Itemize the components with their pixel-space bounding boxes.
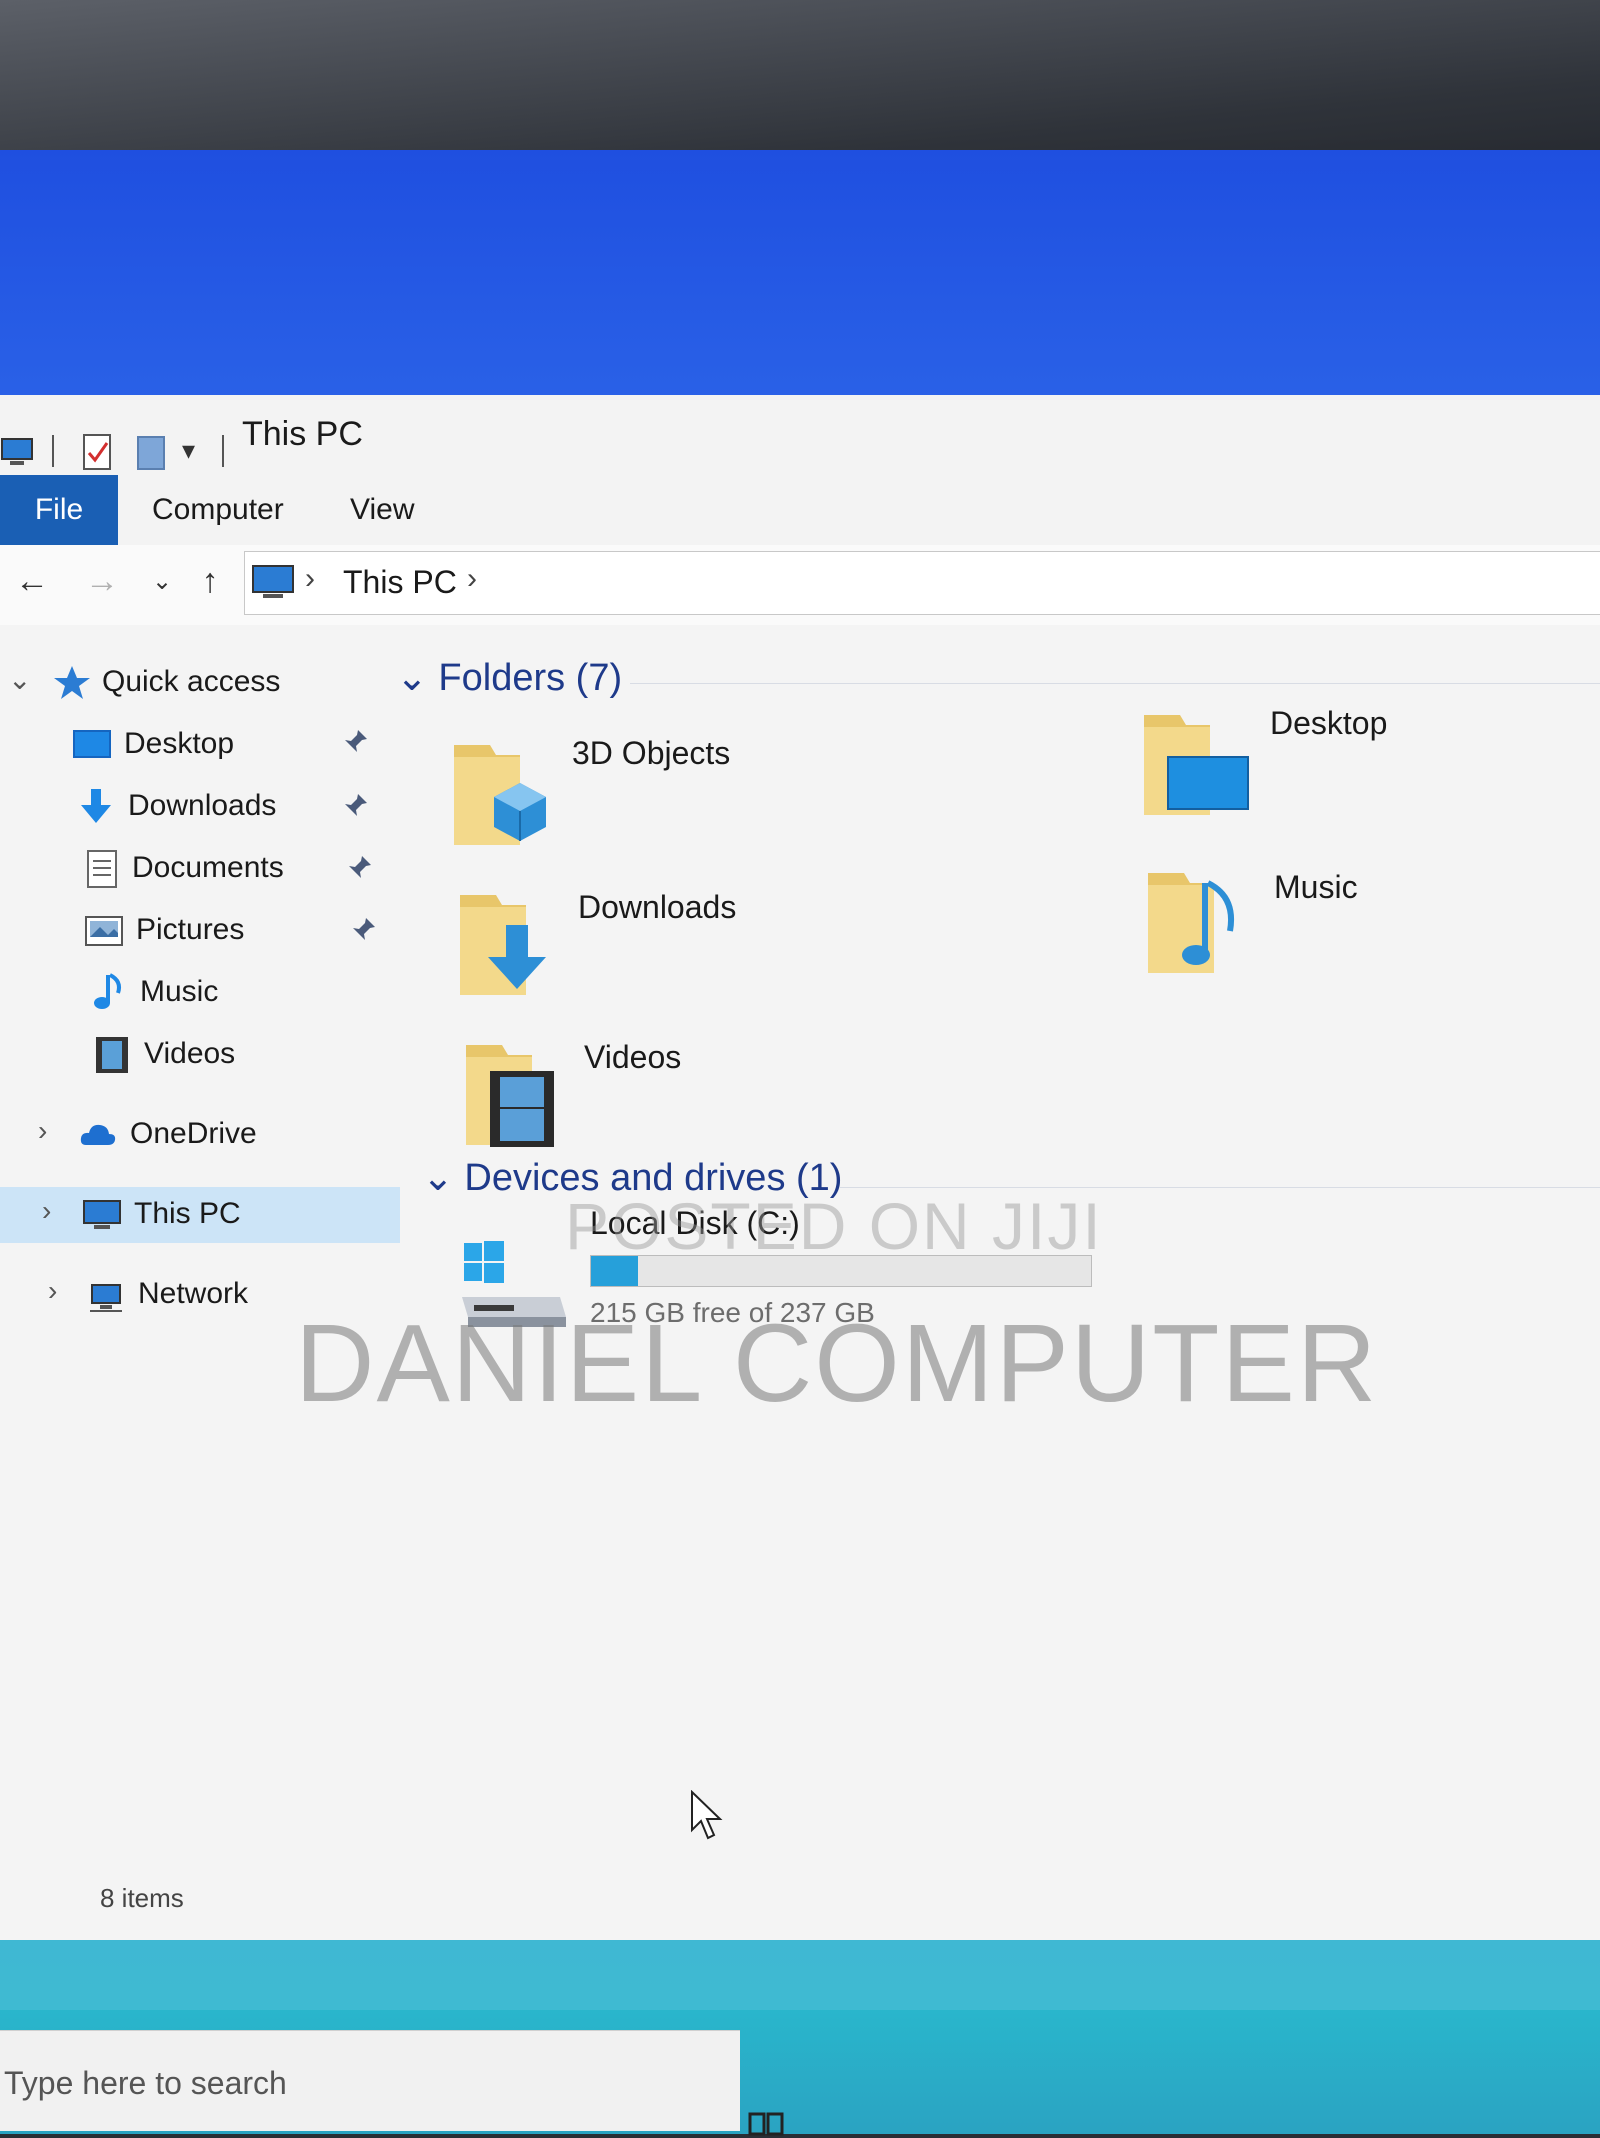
this-pc-icon — [252, 565, 294, 598]
drive-usage-fill — [591, 1256, 638, 1286]
navigation-bar: ← → ⌄ ↑ › This PC › — [0, 545, 1600, 625]
network-icon — [90, 1284, 122, 1312]
videos-folder-icon — [466, 1045, 554, 1147]
breadcrumb-this-pc[interactable]: This PC — [343, 564, 457, 601]
back-button[interactable]: ← — [10, 559, 54, 603]
window-title: This PC — [242, 415, 363, 453]
customize-qat-icon[interactable]: ▾ — [182, 435, 195, 466]
divider — [630, 683, 1600, 684]
chevron-right-icon[interactable]: › — [305, 562, 315, 596]
new-folder-icon[interactable] — [134, 433, 168, 471]
sidebar-item-desktop[interactable]: Desktop — [0, 717, 400, 773]
chevron-down-icon[interactable]: ⌄ — [396, 657, 428, 699]
sidebar-item-label: Quick access — [102, 665, 281, 698]
chevron-right-icon[interactable]: › — [38, 1115, 47, 1147]
tab-computer[interactable]: Computer — [140, 487, 296, 533]
sidebar-item-documents[interactable]: Documents — [0, 841, 400, 897]
taskbar: Type here to search — [0, 2010, 1600, 2136]
forward-button[interactable]: → — [80, 559, 124, 603]
title-bar: ▾ This PC — [0, 395, 1600, 475]
videos-icon — [96, 1037, 128, 1073]
tab-file[interactable]: File — [0, 475, 118, 545]
sidebar-item-this-pc[interactable]: › This PC — [0, 1187, 400, 1243]
chevron-right-icon[interactable]: › — [42, 1195, 51, 1227]
cloud-icon — [80, 1124, 116, 1145]
ribbon: File Computer View — [0, 475, 1600, 546]
pin-icon — [349, 856, 371, 878]
drive-free-space: 215 GB free of 237 GB — [590, 1297, 875, 1328]
devices-group-header[interactable]: ⌄ Devices and drives (1) — [422, 1155, 842, 1200]
sidebar-item-label: Music — [140, 975, 219, 1008]
music-folder-icon — [1148, 873, 1234, 973]
pictures-icon — [85, 916, 123, 946]
3d-objects-icon — [454, 745, 546, 845]
search-placeholder: Type here to search — [4, 2065, 287, 2101]
music-icon — [94, 973, 121, 1009]
star-icon — [54, 666, 90, 699]
address-bar[interactable]: › This PC › — [244, 551, 1600, 615]
tile-label: Desktop — [1270, 705, 1388, 741]
folder-tile-music[interactable]: Music — [1144, 863, 1564, 983]
sidebar-item-onedrive[interactable]: › OneDrive — [0, 1107, 400, 1163]
drive-tile-local-disk-c[interactable]: Local Disk (C:) 215 GB free of 237 GB — [460, 1205, 1220, 1375]
recent-locations-button[interactable]: ⌄ — [140, 559, 184, 603]
folders-group-header[interactable]: ⌄ Folders (7) — [396, 655, 622, 700]
drive-usage-bar — [590, 1255, 1092, 1287]
sidebar-item-label: Network — [138, 1277, 249, 1310]
sidebar-item-label: Documents — [132, 851, 284, 884]
tile-label: Music — [1274, 869, 1358, 905]
drive-label: Local Disk (C:) — [590, 1205, 800, 1241]
sidebar-item-pictures[interactable]: Pictures — [0, 903, 400, 959]
content-pane: ⌄ Folders (7) 3D Objects Desktop Downloa… — [396, 635, 1600, 1835]
windows-drive-icon — [462, 1241, 566, 1327]
sidebar-item-label: Pictures — [136, 913, 245, 946]
taskbar-search-box[interactable]: Type here to search — [0, 2030, 740, 2131]
chevron-right-icon[interactable]: › — [48, 1275, 57, 1307]
sidebar-item-downloads[interactable]: Downloads — [0, 779, 400, 835]
tab-view[interactable]: View — [338, 487, 426, 533]
folder-tile-videos[interactable]: Videos — [462, 1035, 882, 1155]
desktop-icon — [73, 730, 111, 758]
chevron-down-icon[interactable]: ⌄ — [422, 1157, 454, 1199]
separator — [52, 435, 54, 467]
sidebar-item-label: Videos — [144, 1037, 236, 1070]
sidebar-item-label: Desktop — [124, 727, 235, 760]
file-explorer-window: ▾ This PC File Computer View ← → ⌄ ↑ › T… — [0, 395, 1600, 1940]
sidebar-item-videos[interactable]: Videos — [0, 1027, 400, 1083]
mouse-cursor-icon — [691, 1790, 723, 1840]
sidebar-item-label: OneDrive — [130, 1117, 257, 1150]
computer-icon[interactable] — [0, 433, 34, 471]
pin-icon — [345, 730, 367, 752]
divider — [840, 1187, 1600, 1188]
downloads-icon — [81, 789, 111, 823]
tile-label: Downloads — [578, 889, 737, 925]
desktop-folder-icon — [1144, 715, 1249, 815]
folder-tile-downloads[interactable]: Downloads — [456, 885, 876, 1005]
sidebar-item-network[interactable]: › Network — [0, 1267, 400, 1323]
folder-tile-3d-objects[interactable]: 3D Objects — [450, 735, 870, 855]
pin-icon — [353, 918, 375, 940]
properties-icon[interactable] — [80, 433, 114, 471]
tile-label: Videos — [584, 1039, 682, 1075]
group-title: Devices and drives (1) — [464, 1157, 843, 1199]
status-bar: 8 items — [0, 1865, 1600, 1925]
downloads-folder-icon — [460, 895, 546, 995]
up-button[interactable]: ↑ — [188, 559, 232, 603]
folder-tile-desktop[interactable]: Desktop — [1140, 705, 1560, 825]
documents-icon — [87, 850, 117, 888]
chevron-right-icon[interactable]: › — [467, 562, 477, 596]
item-count: 8 items — [100, 1883, 184, 1913]
separator — [222, 435, 224, 467]
navigation-pane: ⌄ Quick access Desktop Downloads Documen… — [0, 655, 400, 1805]
sidebar-item-music[interactable]: Music — [0, 965, 400, 1021]
tile-label: 3D Objects — [572, 735, 731, 771]
sidebar-item-quick-access[interactable]: ⌄ Quick access — [0, 655, 400, 711]
this-pc-icon — [83, 1200, 121, 1229]
pin-icon — [345, 794, 367, 816]
chevron-down-icon[interactable]: ⌄ — [8, 663, 31, 696]
sidebar-item-label: Downloads — [128, 789, 277, 822]
sidebar-item-label: This PC — [134, 1197, 241, 1230]
group-title: Folders (7) — [438, 657, 623, 699]
